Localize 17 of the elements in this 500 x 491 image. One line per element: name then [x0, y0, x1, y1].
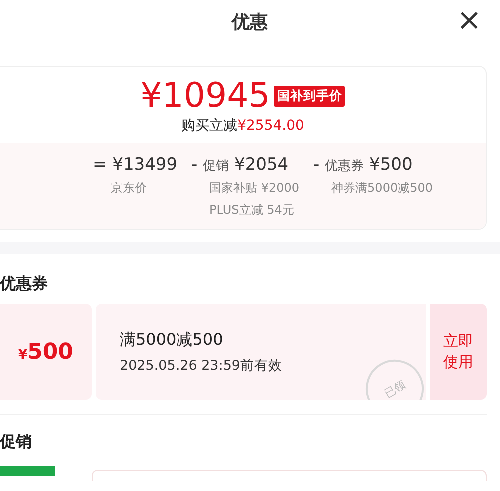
- use-now-button[interactable]: 立即使用: [430, 304, 487, 400]
- breakdown-amount: - 促销 ¥2054: [192, 155, 290, 175]
- breakdown-note: 神券满5000减500: [330, 180, 433, 197]
- breakdown-note: 国家补贴 ¥2000: [208, 180, 300, 197]
- coupon-condition: 满5000减500: [120, 330, 224, 351]
- breakdown-amount: - 优惠券 ¥500: [314, 155, 414, 175]
- breakdown-amount: = ¥13499: [92, 155, 178, 175]
- close-button[interactable]: ×: [452, 6, 486, 36]
- price-tag: 国补到手价: [274, 86, 346, 106]
- saving-text: 购买立减¥2554.00: [182, 117, 304, 135]
- breakdown-note: 京东价: [110, 180, 148, 197]
- breakdown-note: PLUS立减 54元: [208, 202, 296, 219]
- promo-tag: [0, 466, 55, 476]
- dialog-title: 优惠: [232, 11, 268, 34]
- coupon-validity: 2025.05.26 23:59前有效: [120, 357, 284, 375]
- coupon-value: ¥500: [18, 340, 74, 364]
- final-price: ¥10945: [140, 77, 270, 115]
